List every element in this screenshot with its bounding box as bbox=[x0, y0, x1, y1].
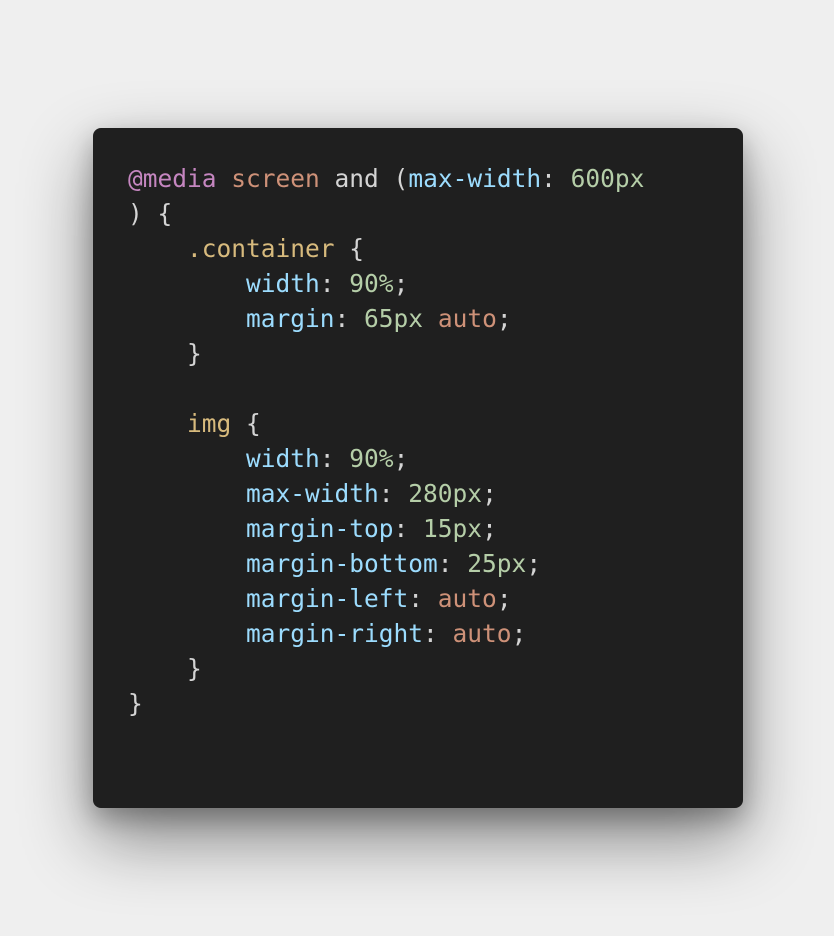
selector-token: .container bbox=[187, 234, 335, 263]
number-token: 280px bbox=[408, 479, 483, 508]
code-line: } bbox=[128, 335, 743, 373]
code-line: @media screen and (max-width: 600px bbox=[128, 160, 743, 198]
punctuation-token: } bbox=[187, 339, 202, 368]
keyword-token: auto bbox=[437, 584, 497, 613]
punctuation-token: ; bbox=[393, 444, 409, 473]
punctuation-token: { bbox=[334, 234, 365, 263]
code-line: ) { bbox=[128, 195, 743, 233]
punctuation-token: : bbox=[378, 479, 409, 508]
punctuation-token: : bbox=[319, 269, 350, 298]
code-line: .container { bbox=[128, 230, 743, 268]
code-line: margin-left: auto; bbox=[128, 580, 743, 618]
punctuation-token: ; bbox=[496, 304, 512, 333]
code-line: margin-right: auto; bbox=[128, 615, 743, 653]
number-token: 15px bbox=[423, 514, 483, 543]
code-block: @media screen and (max-width: 600px) { .… bbox=[128, 160, 743, 723]
punctuation-token: ) { bbox=[128, 199, 173, 228]
punctuation-token: : bbox=[319, 444, 350, 473]
code-line: } bbox=[128, 650, 743, 688]
code-line: margin-bottom: 25px; bbox=[128, 545, 743, 583]
property-token: margin-right bbox=[246, 619, 424, 648]
property-token: margin-top bbox=[246, 514, 394, 543]
code-snippet-card: @media screen and (max-width: 600px) { .… bbox=[93, 128, 743, 808]
property-token: margin-bottom bbox=[246, 549, 438, 578]
punctuation-token: ; bbox=[496, 584, 512, 613]
punctuation-token: : bbox=[408, 584, 438, 613]
code-line: margin-top: 15px; bbox=[128, 510, 743, 548]
punctuation-token: ; bbox=[511, 619, 527, 648]
keyword-token: auto bbox=[452, 619, 512, 648]
property-token: margin-left bbox=[246, 584, 409, 613]
number-token: 90% bbox=[349, 444, 394, 473]
punctuation-token: : bbox=[334, 304, 365, 333]
property-token: width bbox=[246, 269, 320, 298]
punctuation-token: : bbox=[423, 619, 453, 648]
property-token: max-width bbox=[408, 164, 542, 193]
number-token: 25px bbox=[467, 549, 527, 578]
punctuation-token: } bbox=[187, 654, 202, 683]
punctuation-token: { bbox=[231, 409, 261, 438]
punctuation-token: ; bbox=[526, 549, 542, 578]
keyword-token: auto bbox=[437, 304, 497, 333]
property-token: width bbox=[246, 444, 320, 473]
code-line: width: 90%; bbox=[128, 265, 743, 303]
property-token: margin bbox=[246, 304, 335, 333]
code-line: margin: 65px auto; bbox=[128, 300, 743, 338]
text-token: and ( bbox=[319, 164, 409, 193]
punctuation-token: ; bbox=[393, 269, 409, 298]
punctuation-token: } bbox=[128, 689, 143, 718]
number-token: 65px bbox=[364, 304, 424, 333]
keyword-token: screen bbox=[231, 164, 320, 193]
code-line: max-width: 280px; bbox=[128, 475, 743, 513]
punctuation-token: ; bbox=[482, 479, 497, 508]
code-line: img { bbox=[128, 405, 743, 443]
selector-token: img bbox=[187, 409, 232, 438]
punctuation-token: : bbox=[437, 549, 468, 578]
number-token: 90% bbox=[349, 269, 394, 298]
punctuation-token: : bbox=[541, 164, 571, 193]
punctuation-token: ; bbox=[482, 514, 497, 543]
at-rule-token: @media bbox=[128, 164, 217, 193]
code-line: width: 90%; bbox=[128, 440, 743, 478]
property-token: max-width bbox=[246, 479, 379, 508]
code-line: } bbox=[128, 685, 743, 723]
number-token: 600px bbox=[570, 164, 645, 193]
punctuation-token: : bbox=[393, 514, 424, 543]
